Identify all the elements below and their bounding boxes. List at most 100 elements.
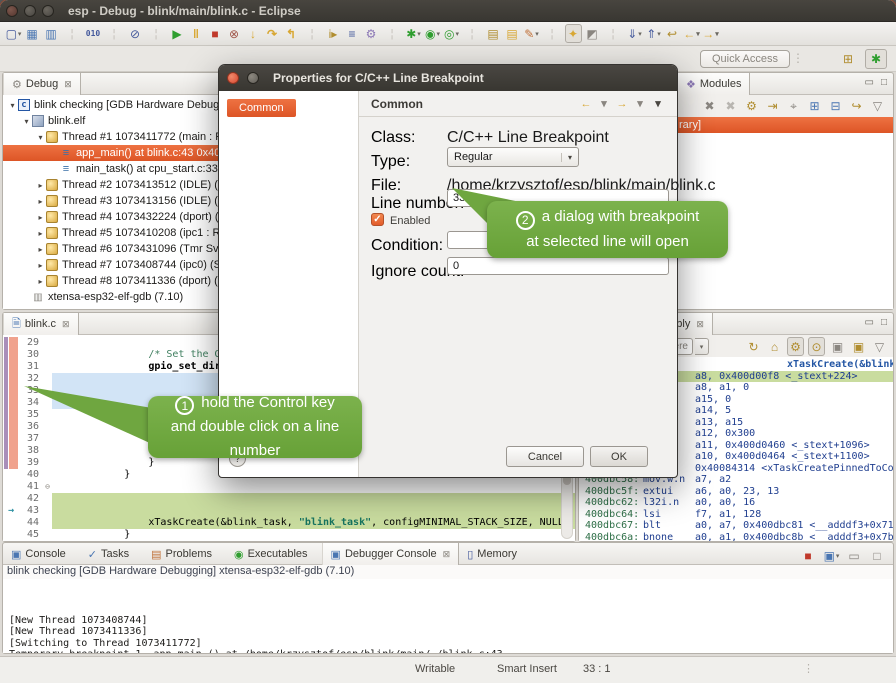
- toolbar-button[interactable]: ¦: [106, 24, 123, 43]
- line-number[interactable]: 43: [19, 505, 43, 517]
- code-text[interactable]: [52, 517, 575, 541]
- line-number[interactable]: 39: [19, 457, 43, 469]
- close-icon[interactable]: ⊠: [443, 549, 451, 560]
- console-tab[interactable]: ✓ Tasks: [80, 543, 143, 565]
- close-icon[interactable]: ⊠: [62, 319, 70, 330]
- modules-toolbar-button[interactable]: ✖: [701, 97, 718, 116]
- disassembly-toolbar-button[interactable]: ⊙: [808, 337, 825, 356]
- window-maximize-button[interactable]: [42, 5, 54, 17]
- toolbar-button[interactable]: ▦: [24, 24, 41, 43]
- toolbar-button[interactable]: 010: [85, 24, 102, 43]
- toolbar-button[interactable]: ▶: [169, 24, 186, 43]
- toolbar-button[interactable]: ✦: [565, 24, 582, 43]
- toolbar-button[interactable]: ◉ ▾: [424, 24, 441, 43]
- enabled-checkbox[interactable]: ✓: [371, 213, 384, 226]
- perspective-button[interactable]: ✱: [865, 49, 887, 69]
- tab-blink-c[interactable]: 🗎 blink.c ⊠: [3, 313, 79, 335]
- line-number[interactable]: 45: [19, 529, 43, 541]
- toolbar-button[interactable]: ✱ ▾: [405, 24, 422, 43]
- cancel-button[interactable]: Cancel: [506, 446, 584, 467]
- tree-expander-icon[interactable]: ▾: [35, 133, 46, 142]
- tree-expander-icon[interactable]: ▸: [35, 197, 46, 206]
- toolbar-button[interactable]: ▤: [485, 24, 502, 43]
- type-select[interactable]: Regular ▾: [447, 147, 579, 167]
- toolbar-button[interactable]: ¦: [384, 24, 401, 43]
- toolbar-button[interactable]: ¦: [464, 24, 481, 43]
- sidebar-item-common[interactable]: Common: [227, 99, 296, 117]
- console-tab[interactable]: ▯ Memory: [459, 543, 531, 565]
- line-number[interactable]: 30: [19, 349, 43, 361]
- toolbar-button[interactable]: ⇓ ▾: [626, 24, 643, 43]
- console-toolbar-button[interactable]: □: [869, 546, 886, 565]
- modules-toolbar-button[interactable]: ⊞: [806, 97, 823, 116]
- toolbar-button[interactable]: ▤: [504, 24, 521, 43]
- console-toolbar-button[interactable]: ■: [800, 546, 817, 565]
- disassembly-toolbar-button[interactable]: ⌂: [766, 337, 783, 356]
- fold-marker-icon[interactable]: [43, 481, 52, 493]
- perspective-button[interactable]: ⊞: [837, 49, 859, 69]
- toolbar-button[interactable]: ■: [207, 24, 224, 43]
- close-icon[interactable]: ⊠: [64, 79, 72, 90]
- maximize-icon[interactable]: □: [881, 317, 887, 328]
- line-number[interactable]: 31: [19, 361, 43, 373]
- toolbar-button[interactable]: ✎ ▾: [523, 24, 540, 43]
- toolbar-button[interactable]: ¦: [304, 24, 321, 43]
- toolbar-button[interactable]: ← ▾: [683, 24, 700, 43]
- toolbar-button[interactable]: ⚙: [363, 24, 380, 43]
- minimize-icon[interactable]: ▭: [865, 77, 874, 88]
- dialog-nav-button[interactable]: ←: [580, 96, 592, 112]
- tree-expander-icon[interactable]: ▾: [21, 117, 32, 126]
- minimize-icon[interactable]: ▭: [865, 317, 874, 328]
- line-number[interactable]: 41: [19, 481, 43, 493]
- modules-toolbar-button[interactable]: ⚙: [743, 97, 760, 116]
- console-tab[interactable]: ▣ Debugger Console ⊠: [322, 543, 460, 565]
- line-number[interactable]: 40: [19, 469, 43, 481]
- ignore-count-input[interactable]: 0: [447, 257, 669, 275]
- tree-expander-icon[interactable]: ▸: [35, 245, 46, 254]
- dialog-minimize-button[interactable]: [247, 72, 259, 84]
- disassembly-toolbar-button[interactable]: ↻: [745, 337, 762, 356]
- toolbar-button[interactable]: ↓: [245, 24, 262, 43]
- console-tab[interactable]: ▣ Console: [3, 543, 80, 565]
- ok-button[interactable]: OK: [590, 446, 648, 467]
- disassembly-toolbar-button[interactable]: ▽: [871, 337, 888, 356]
- tree-expander-icon[interactable]: ▾: [7, 101, 18, 110]
- console-toolbar-button[interactable]: ▣ ▾: [823, 546, 840, 565]
- window-minimize-button[interactable]: [24, 5, 36, 17]
- toolbar-button[interactable]: ⊗: [226, 24, 243, 43]
- dialog-nav-button[interactable]: ▾: [634, 96, 646, 112]
- toolbar-button[interactable]: ↩: [664, 24, 681, 43]
- toolbar-button[interactable]: ¦: [605, 24, 622, 43]
- modules-toolbar-button[interactable]: ✖: [722, 97, 739, 116]
- console-toolbar-button[interactable]: ▭: [846, 546, 863, 565]
- tab-debug[interactable]: ⚙ Debug ⊠: [3, 73, 81, 95]
- location-dropdown-icon[interactable]: ▾: [695, 338, 709, 355]
- dialog-nav-button[interactable]: →: [616, 96, 628, 112]
- modules-toolbar-button[interactable]: ↪: [848, 97, 865, 116]
- modules-toolbar-button[interactable]: ⇥: [764, 97, 781, 116]
- toolbar-button[interactable]: ≡: [344, 24, 361, 43]
- modules-toolbar-button[interactable]: ⌖: [785, 97, 802, 116]
- disassembly-toolbar-button[interactable]: ▣: [829, 337, 846, 356]
- tab-modules[interactable]: ❖ Modules: [677, 73, 750, 95]
- window-close-button[interactable]: [6, 5, 18, 17]
- toolbar-button[interactable]: ◩: [584, 24, 601, 43]
- toolbar-button[interactable]: ◎ ▾: [443, 24, 460, 43]
- line-number[interactable]: 42: [19, 493, 43, 505]
- line-number[interactable]: 44: [19, 517, 43, 529]
- console-tab[interactable]: ▤ Problems: [143, 543, 226, 565]
- toolbar-button[interactable]: ¦: [544, 24, 561, 43]
- maximize-icon[interactable]: □: [881, 77, 887, 88]
- dialog-close-button[interactable]: [227, 72, 239, 84]
- modules-toolbar-button[interactable]: ⊟: [827, 97, 844, 116]
- toolbar-button[interactable]: ▥: [43, 24, 60, 43]
- dialog-nav-button[interactable]: ▾: [598, 96, 610, 112]
- line-number[interactable]: 29: [19, 337, 43, 349]
- tree-expander-icon[interactable]: ▸: [35, 277, 46, 286]
- toolbar-button[interactable]: ‖: [188, 24, 205, 43]
- modules-toolbar-button[interactable]: ▽: [869, 97, 886, 116]
- toolbar-button[interactable]: ⊘: [127, 24, 144, 43]
- toolbar-button[interactable]: ¦: [148, 24, 165, 43]
- quick-access-button[interactable]: Quick Access: [700, 50, 790, 68]
- disassembly-toolbar-button[interactable]: ▣: [850, 337, 867, 356]
